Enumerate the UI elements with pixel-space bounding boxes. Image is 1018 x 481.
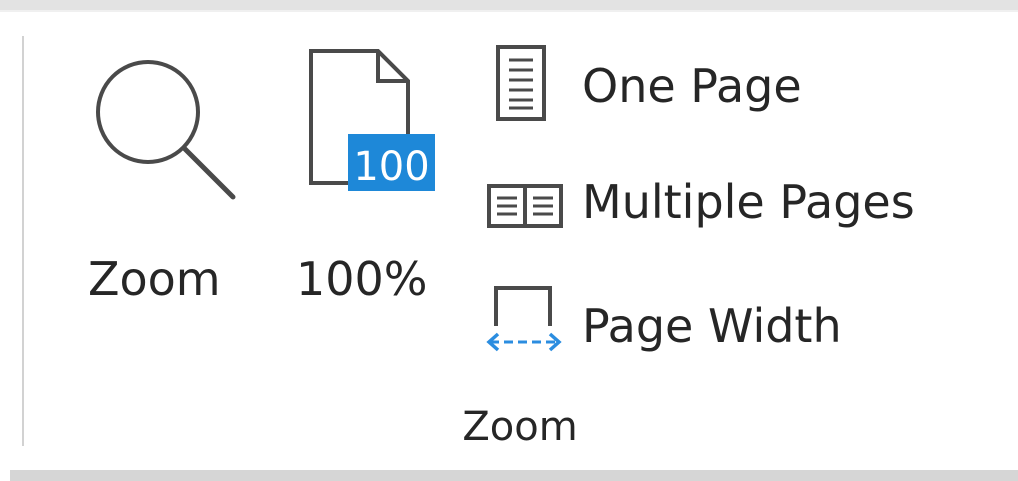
zoom-100-label: 100%: [296, 252, 428, 306]
one-page-label: One Page: [582, 59, 802, 113]
zoom-100-button[interactable]: 100 100%: [290, 40, 450, 304]
multiple-pages-label: Multiple Pages: [582, 175, 915, 229]
page-100-icon: 100: [308, 48, 438, 198]
multiple-pages-button[interactable]: Multiple Pages: [486, 170, 956, 246]
ribbon-top-divider: [0, 10, 1018, 12]
group-caption: Zoom: [462, 404, 578, 450]
zoom-button-label: Zoom: [88, 252, 221, 306]
zoom-button[interactable]: Zoom: [70, 40, 260, 304]
page-width-button[interactable]: Page Width: [486, 282, 886, 358]
badge-100-text: 100: [353, 144, 429, 190]
one-page-icon: [486, 44, 556, 124]
group-separator: [22, 36, 24, 446]
one-page-button[interactable]: One Page: [486, 44, 846, 121]
multiple-pages-icon: [486, 176, 566, 236]
page-width-icon: [486, 282, 566, 362]
ribbon-bottom-border: [10, 470, 1018, 481]
magnifier-icon: [90, 54, 240, 204]
ribbon-zoom-group: Zoom 100 100% One Page Multiple Pages Pa…: [0, 0, 1018, 481]
page-width-label: Page Width: [582, 299, 842, 353]
ribbon-top-border: [0, 0, 1018, 10]
